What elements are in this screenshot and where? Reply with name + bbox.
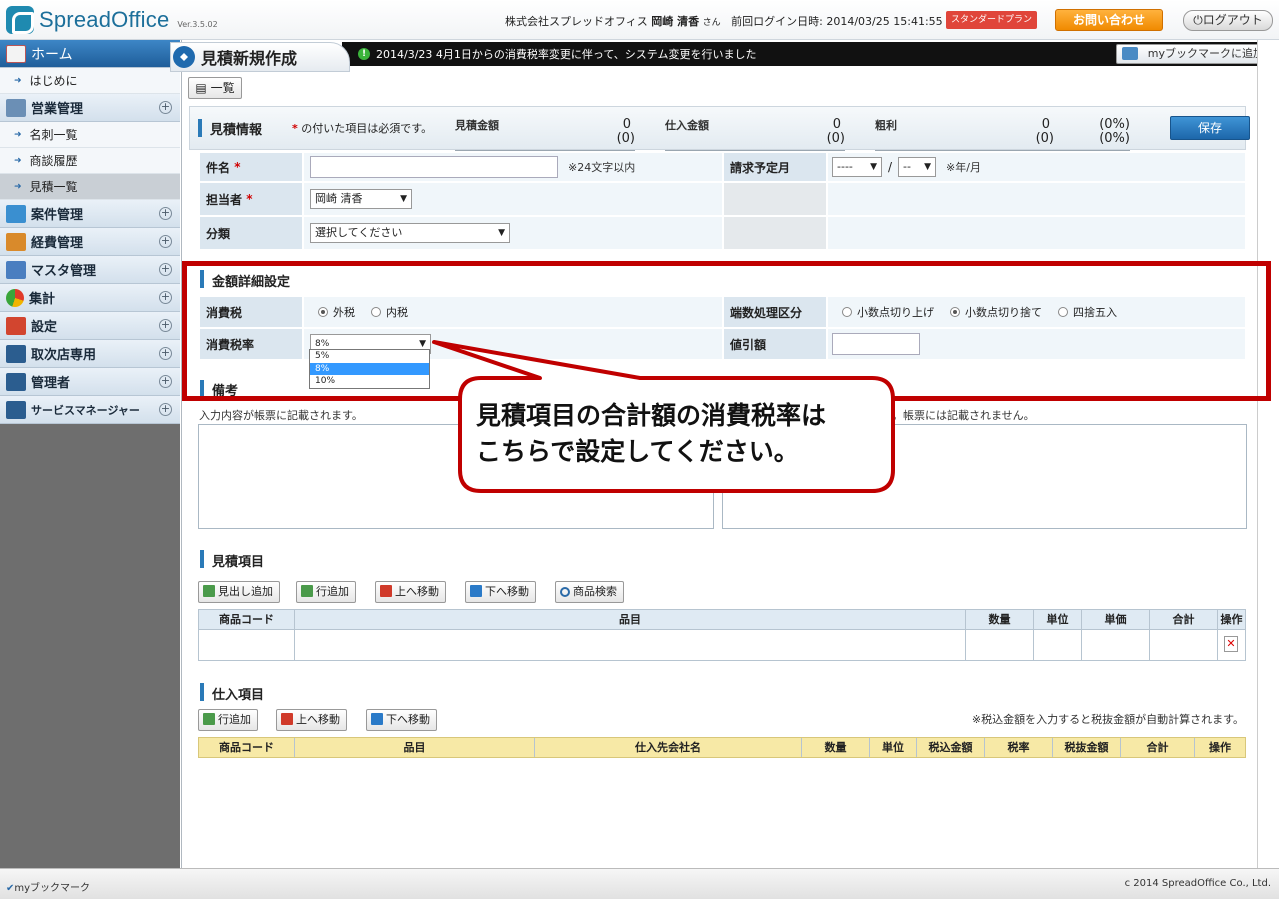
callout-line-2: こちらで設定してください。 (476, 437, 799, 466)
callout-text: 見積項目の合計額の消費税率は こちらで設定してください。 (476, 398, 886, 470)
callout-line-1: 見積項目の合計額の消費税率は (476, 401, 827, 430)
